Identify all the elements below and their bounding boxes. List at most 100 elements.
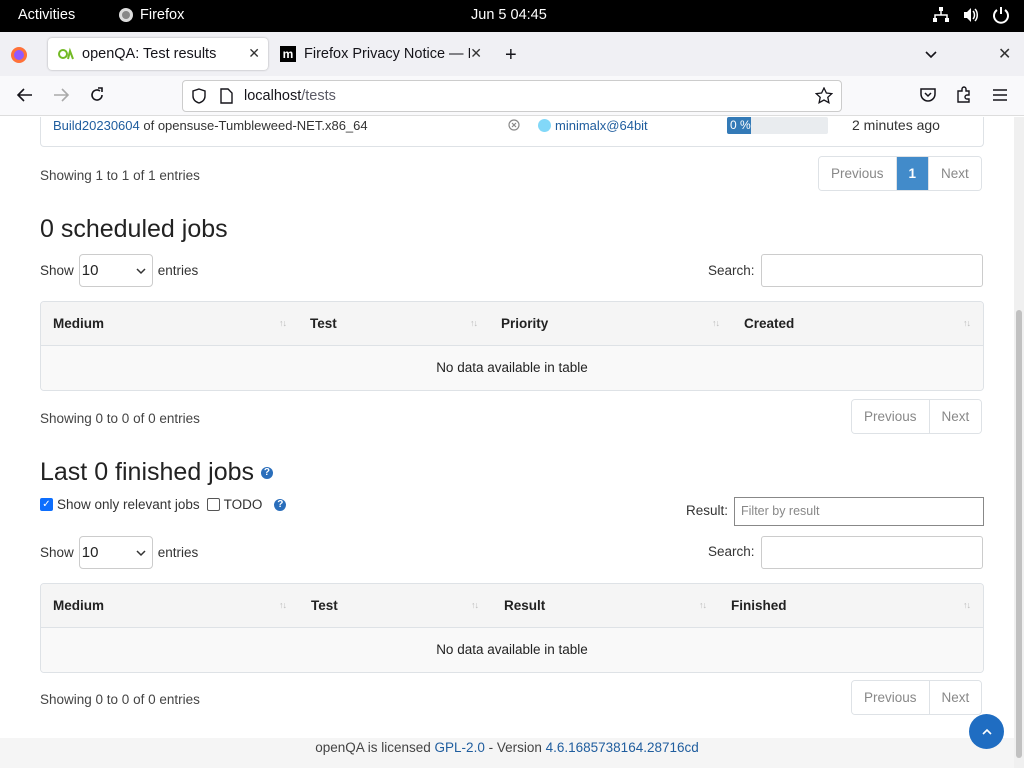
chevron-down-icon[interactable] bbox=[923, 46, 939, 62]
back-arrow-icon[interactable] bbox=[16, 86, 34, 104]
footer-sep: - Version bbox=[484, 740, 546, 755]
finished-heading-text: Last 0 finished jobs bbox=[40, 458, 255, 486]
finished-pagination: Previous Next bbox=[851, 680, 983, 715]
entries-select[interactable]: 10 bbox=[78, 536, 153, 569]
tab-title: openQA: Test results bbox=[82, 46, 217, 62]
running-pagination: Previous 1 Next bbox=[818, 156, 982, 191]
clock[interactable]: Jun 5 04:45 bbox=[471, 7, 547, 23]
todo-label[interactable]: TODO bbox=[224, 497, 263, 512]
finished-length: Show 10 entries bbox=[40, 536, 198, 569]
window-close-icon[interactable]: ✕ bbox=[998, 44, 1011, 64]
column-header[interactable]: Finished bbox=[731, 598, 787, 613]
help-icon[interactable]: ? bbox=[274, 498, 287, 511]
sort-icon[interactable]: ↑↓ bbox=[963, 318, 971, 328]
shield-icon[interactable] bbox=[191, 88, 207, 104]
column-header[interactable]: Created bbox=[744, 316, 794, 331]
page-1-button[interactable]: 1 bbox=[895, 157, 929, 190]
column-header[interactable]: Medium bbox=[53, 316, 104, 331]
worker-link[interactable]: minimalx@64bit bbox=[555, 118, 648, 133]
system-tray[interactable] bbox=[932, 6, 1010, 24]
footer-text: openQA is licensed bbox=[315, 740, 435, 755]
address-bar[interactable]: localhost/tests bbox=[182, 80, 842, 112]
todo-checkbox[interactable] bbox=[206, 498, 220, 511]
previous-button[interactable]: Previous bbox=[819, 157, 896, 190]
result-filter-input[interactable]: Filter by result bbox=[734, 497, 984, 526]
build-link[interactable]: Build20230604 bbox=[53, 118, 140, 133]
chevron-down-icon bbox=[136, 267, 146, 274]
table-row: Build20230604 of opensuse-Tumbleweed-NET… bbox=[40, 117, 984, 147]
navigation-bar: localhost/tests bbox=[0, 76, 1024, 116]
progress-bar: 0 % bbox=[727, 117, 828, 134]
page-content: Build20230604 of opensuse-Tumbleweed-NET… bbox=[0, 117, 1014, 768]
scheduled-search-input[interactable] bbox=[761, 254, 983, 287]
sort-icon[interactable]: ↑↓ bbox=[963, 600, 971, 610]
sort-icon[interactable]: ↑↓ bbox=[279, 318, 287, 328]
extensions-icon[interactable] bbox=[955, 86, 973, 104]
page-footer: openQA is licensed GPL-2.0 - Version 4.6… bbox=[0, 738, 1014, 768]
column-header[interactable]: Test bbox=[311, 598, 338, 613]
power-icon[interactable] bbox=[992, 6, 1010, 24]
tab-openqa[interactable]: openQA: Test results ✕ bbox=[48, 38, 268, 70]
scheduled-pagination: Previous Next bbox=[851, 399, 983, 434]
table-header: Medium ↑↓ Test ↑↓ Result ↑↓ Finished ↑↓ bbox=[41, 584, 983, 628]
sort-icon[interactable]: ↑↓ bbox=[471, 600, 479, 610]
worker-info: minimalx@64bit bbox=[538, 118, 648, 133]
mozilla-favicon: m bbox=[280, 46, 296, 62]
finished-search-input[interactable] bbox=[761, 536, 983, 569]
cancel-job-icon[interactable] bbox=[508, 119, 520, 131]
next-button[interactable]: Next bbox=[928, 681, 982, 714]
column-header[interactable]: Result bbox=[504, 598, 545, 613]
previous-button[interactable]: Previous bbox=[852, 400, 929, 433]
column-header[interactable]: Medium bbox=[53, 598, 104, 613]
finished-info: Showing 0 to 0 of 0 entries bbox=[40, 692, 200, 707]
chevron-down-icon bbox=[136, 549, 146, 556]
column-header[interactable]: Test bbox=[310, 316, 337, 331]
show-label: Show bbox=[40, 263, 74, 278]
relevant-checkbox[interactable]: ✓ bbox=[40, 498, 53, 511]
hamburger-menu-icon[interactable] bbox=[991, 86, 1009, 104]
close-tab-icon[interactable]: ✕ bbox=[248, 45, 260, 62]
scheduled-heading: 0 scheduled jobs bbox=[40, 215, 228, 243]
column-header[interactable]: Priority bbox=[501, 316, 548, 331]
system-top-bar: Activities Firefox Jun 5 04:45 bbox=[0, 0, 1024, 32]
next-button[interactable]: Next bbox=[928, 400, 982, 433]
entries-label: entries bbox=[157, 545, 199, 560]
version-link[interactable]: 4.6.1685738164.28716cd bbox=[546, 740, 699, 755]
url-path: /tests bbox=[301, 88, 336, 104]
finished-heading: Last 0 finished jobs ? bbox=[40, 458, 273, 487]
reload-icon[interactable] bbox=[88, 86, 106, 104]
sort-icon[interactable]: ↑↓ bbox=[699, 600, 707, 610]
scheduled-table: Medium ↑↓ Test ↑↓ Priority ↑↓ Created ↑↓… bbox=[40, 301, 984, 391]
page-icon[interactable] bbox=[219, 88, 233, 104]
bookmark-star-icon[interactable] bbox=[815, 87, 833, 105]
tab-strip: openQA: Test results ✕ m Firefox Privacy… bbox=[0, 32, 1024, 76]
close-tab-icon[interactable]: ✕ bbox=[470, 45, 482, 62]
relevant-label[interactable]: Show only relevant jobs bbox=[57, 497, 200, 512]
app-menu[interactable]: Firefox bbox=[118, 7, 184, 23]
pocket-icon[interactable] bbox=[919, 86, 937, 104]
back-to-top-button[interactable] bbox=[969, 714, 1004, 749]
license-link[interactable]: GPL-2.0 bbox=[435, 740, 485, 755]
next-button[interactable]: Next bbox=[928, 157, 981, 190]
firefox-view-icon[interactable] bbox=[10, 46, 28, 64]
entries-label: entries bbox=[157, 263, 199, 278]
build-suffix: of opensuse-Tumbleweed-NET.x86_64 bbox=[139, 118, 368, 133]
page-scrollbar[interactable] bbox=[1014, 117, 1024, 768]
previous-button[interactable]: Previous bbox=[852, 681, 929, 714]
activities-button[interactable]: Activities bbox=[18, 7, 75, 23]
sort-icon[interactable]: ↑↓ bbox=[470, 318, 478, 328]
entries-select[interactable]: 10 bbox=[78, 254, 153, 287]
sort-icon[interactable]: ↑↓ bbox=[279, 600, 287, 610]
job-build-text: Build20230604 of opensuse-Tumbleweed-NET… bbox=[53, 118, 368, 133]
new-tab-icon[interactable]: + bbox=[505, 44, 517, 67]
help-icon[interactable]: ? bbox=[260, 467, 273, 480]
network-icon[interactable] bbox=[932, 6, 950, 24]
forward-arrow-icon[interactable] bbox=[52, 86, 70, 104]
result-label: Result: bbox=[686, 503, 729, 518]
entries-value: 10 bbox=[81, 544, 99, 561]
url-text[interactable]: localhost/tests bbox=[244, 88, 336, 104]
sort-icon[interactable]: ↑↓ bbox=[712, 318, 720, 328]
volume-icon[interactable] bbox=[962, 6, 980, 24]
scrollbar-thumb[interactable] bbox=[1016, 310, 1022, 758]
tab-privacy-notice[interactable]: m Firefox Privacy Notice — M ✕ bbox=[270, 38, 490, 70]
